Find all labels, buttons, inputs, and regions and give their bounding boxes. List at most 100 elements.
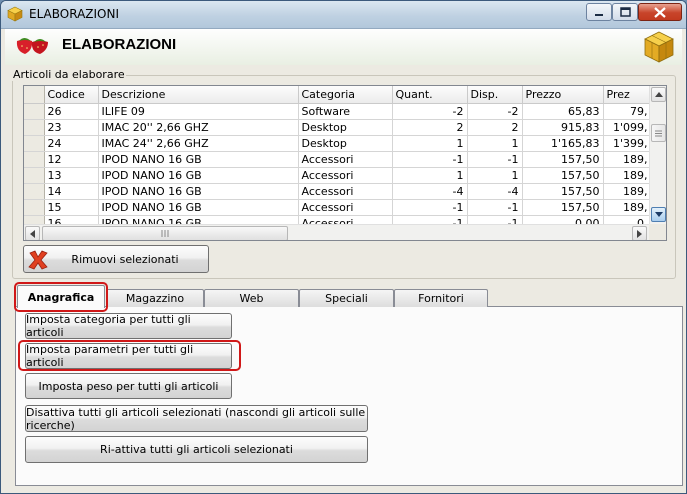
scroll-up-button[interactable] [651, 87, 666, 102]
table-row[interactable]: 26 ILIFE 09 Software -2 -2 65,83 79, [24, 103, 652, 120]
tab-highlight-marker [14, 282, 108, 312]
tab-label: Magazzino [125, 292, 185, 305]
deactivate-selected-label: Disattiva tutti gli articoli selezionati… [26, 405, 366, 432]
maximize-icon [619, 7, 631, 17]
tab-label: Fornitori [418, 292, 464, 305]
row-selector[interactable] [24, 119, 45, 136]
set-category-button[interactable]: Imposta categoria per tutti gli articoli [25, 313, 232, 339]
arrow-down-icon [654, 212, 663, 217]
column-header[interactable]: Prezzo [522, 86, 604, 104]
set-weight-label: Imposta peso per tutti gli articoli [38, 379, 219, 393]
table-cell: 157,50 [522, 167, 604, 184]
scroll-down-button[interactable] [651, 207, 666, 222]
table-cell: Software [298, 103, 393, 120]
deactivate-selected-button[interactable]: Disattiva tutti gli articoli selezionati… [25, 405, 368, 432]
table-cell: IPOD NANO 16 GB [98, 183, 299, 200]
table-row[interactable]: 14 IPOD NANO 16 GB Accessori -4 -4 157,50 189, [24, 183, 652, 200]
table-cell: 79, [603, 103, 652, 120]
row-selector[interactable] [24, 199, 45, 216]
row-selector-header [24, 86, 45, 104]
table-cell: 26 [44, 103, 99, 120]
vertical-scrollbar[interactable] [649, 86, 666, 224]
column-header[interactable]: Categoria [298, 86, 393, 104]
table-cell: 1 [392, 135, 468, 152]
row-selector[interactable] [24, 135, 45, 152]
tab-label: Speciali [325, 292, 368, 305]
reactivate-selected-button[interactable]: Ri-attiva tutti gli articoli selezionati [25, 436, 368, 463]
table-cell: 2 [392, 119, 468, 136]
table-cell: Accessori [298, 167, 393, 184]
row-selector[interactable] [24, 103, 45, 120]
table-cell: 189, [603, 167, 652, 184]
row-selector[interactable] [24, 167, 45, 184]
table-cell: 1'399, [603, 135, 652, 152]
table-cell: IMAC 24'' 2,66 GHZ [98, 135, 299, 152]
table-cell: Accessori [298, 199, 393, 216]
window-title: ELABORAZIONI [29, 7, 119, 21]
table-cell: 1 [467, 167, 523, 184]
column-header[interactable]: Prez [603, 86, 652, 104]
table-cell: 12 [44, 151, 99, 168]
column-header[interactable]: Codice [44, 86, 99, 104]
table-cell: -1 [467, 199, 523, 216]
table-cell: 157,50 [522, 151, 604, 168]
banner-title: ELABORAZIONI [62, 36, 177, 53]
table-cell: 157,50 [522, 183, 604, 200]
table-row[interactable]: 24 IMAC 24'' 2,66 GHZ Desktop 1 1 1'165,83 1'3… [24, 135, 652, 152]
title-bar[interactable]: ELABORAZIONI [1, 1, 686, 29]
table-cell: 23 [44, 119, 99, 136]
maximize-button[interactable] [612, 3, 638, 21]
table-row[interactable]: 23 IMAC 20'' 2,66 GHZ Desktop 2 2 915,83 1'099… [24, 119, 652, 136]
column-header[interactable]: Quant. [392, 86, 468, 104]
table-cell: -1 [392, 151, 468, 168]
table-cell: IPOD NANO 16 GB [98, 151, 299, 168]
table-header-row: Codice Descrizione Categoria Quant. Disp… [24, 86, 652, 104]
scroll-right-button[interactable] [632, 226, 647, 240]
grip-icon [655, 130, 662, 136]
remove-selected-button[interactable]: Rimuovi selezionati [23, 245, 209, 273]
header-banner: ELABORAZIONI [5, 29, 682, 65]
tab-label: Web [239, 292, 264, 305]
scroll-thumb[interactable] [651, 124, 666, 142]
scroll-left-button[interactable] [25, 226, 40, 240]
tab-magazzino[interactable]: Magazzino [106, 289, 204, 307]
table-cell: 2 [467, 119, 523, 136]
table-cell: -4 [392, 183, 468, 200]
table-cell: 157,50 [522, 199, 604, 216]
column-header[interactable]: Descrizione [98, 86, 299, 104]
table-cell: -2 [392, 103, 468, 120]
scroll-hthumb[interactable] [42, 226, 288, 240]
tab-speciali[interactable]: Speciali [299, 289, 394, 307]
articles-group-label: Articoli da elaborare [12, 68, 126, 81]
button-highlight-marker [18, 340, 241, 371]
table-cell: 1 [392, 167, 468, 184]
tab-web[interactable]: Web [204, 289, 299, 307]
grip-icon [161, 230, 169, 237]
row-selector[interactable] [24, 151, 45, 168]
table-cell: 14 [44, 183, 99, 200]
articles-grid[interactable]: Codice Descrizione Categoria Quant. Disp… [23, 85, 667, 241]
minimize-icon [595, 14, 603, 16]
arrow-right-icon [637, 229, 642, 238]
arrow-up-icon [654, 92, 663, 97]
table-row[interactable]: 13 IPOD NANO 16 GB Accessori 1 1 157,50 189, [24, 167, 652, 184]
table-cell: 189, [603, 199, 652, 216]
tab-fornitori[interactable]: Fornitori [394, 289, 488, 307]
table-cell: 15 [44, 199, 99, 216]
table-cell: Accessori [298, 183, 393, 200]
close-button[interactable] [638, 3, 682, 21]
table-cell: -4 [467, 183, 523, 200]
table-row[interactable]: 12 IPOD NANO 16 GB Accessori -1 -1 157,50 189, [24, 151, 652, 168]
minimize-button[interactable] [586, 3, 612, 21]
tab-strip: Anagrafica Magazzino Web Speciali Fornit… [15, 285, 683, 308]
table-cell: 1'165,83 [522, 135, 604, 152]
table-cell: 189, [603, 183, 652, 200]
row-selector[interactable] [24, 183, 45, 200]
set-weight-button[interactable]: Imposta peso per tutti gli articoli [25, 373, 232, 399]
table-cell: 915,83 [522, 119, 604, 136]
horizontal-scrollbar[interactable] [24, 224, 650, 240]
set-category-label: Imposta categoria per tutti gli articoli [26, 313, 191, 339]
column-header[interactable]: Disp. [467, 86, 523, 104]
table-cell: 189, [603, 151, 652, 168]
table-row[interactable]: 15 IPOD NANO 16 GB Accessori -1 -1 157,50 189, [24, 199, 652, 216]
